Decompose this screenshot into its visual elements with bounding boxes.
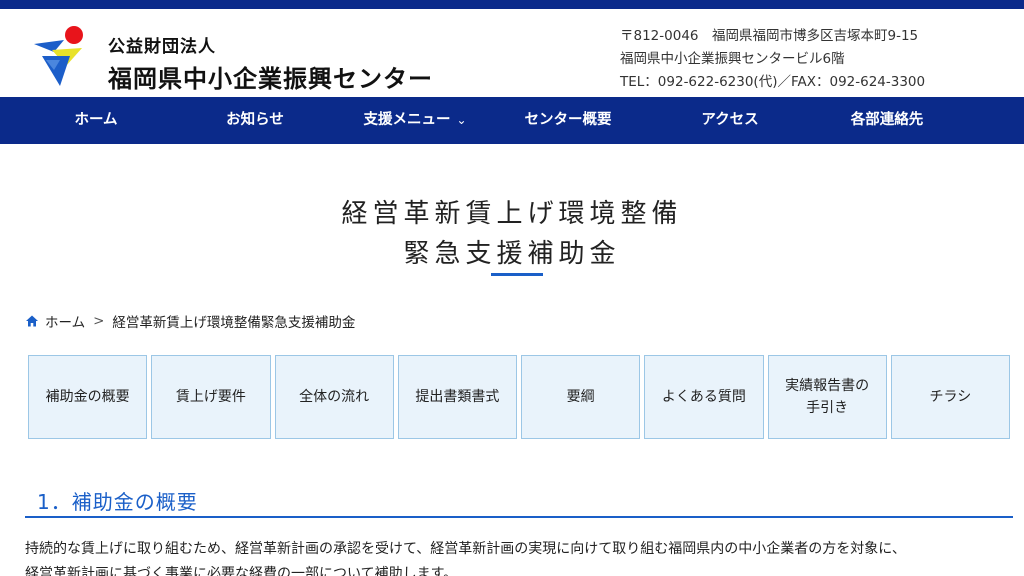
org-type: 公益財団法人 xyxy=(108,37,216,57)
home-icon[interactable] xyxy=(25,314,39,328)
nav-item-home[interactable]: ホーム xyxy=(46,97,146,144)
section-body: 持続的な賃上げに取り組むため、経営革新計画の承認を受けて、経営革新計画の実現に向… xyxy=(25,537,1015,576)
nav-item-access[interactable]: アクセス xyxy=(680,97,780,144)
nav-item-label: センター概要 xyxy=(524,112,612,128)
top-accent-strip xyxy=(0,0,1024,9)
subnav-flyer[interactable]: チラシ xyxy=(890,355,1010,439)
nav-item-label: お知らせ xyxy=(226,112,284,128)
section-heading-text: 1．補助金の概要 xyxy=(37,490,198,514)
breadcrumb-current: 経営革新賃上げ環境整備緊急支援補助金 xyxy=(112,315,356,331)
address-line: 〒812-0046 福岡県福岡市博多区吉塚本町9-15 xyxy=(620,28,919,44)
subsection-nav: 補助金の概要 賃上げ要件 全体の流れ 提出書類書式 要綱 よくある質問 実績報告… xyxy=(28,355,1010,439)
main-nav: ホーム お知らせ 支援メニュー ⌄ センター概要 アクセス 各部連絡先 xyxy=(0,97,1024,144)
building-line: 福岡県中小企業振興センタービル6階 xyxy=(620,51,845,67)
nav-item-news[interactable]: お知らせ xyxy=(205,97,305,144)
page-title-line1: 経営革新賃上げ環境整備 xyxy=(341,199,683,229)
nav-item-center-overview[interactable]: センター概要 xyxy=(508,97,628,144)
page-title: 経営革新賃上げ環境整備 緊急支援補助金 xyxy=(0,194,1024,274)
site-header: 公益財団法人 福岡県中小企業振興センター 〒812-0046 福岡県福岡市博多区… xyxy=(0,9,1024,97)
nav-item-contacts[interactable]: 各部連絡先 xyxy=(832,97,942,144)
subnav-overall-flow[interactable]: 全体の流れ xyxy=(274,355,394,439)
breadcrumb-home-link[interactable]: ホーム xyxy=(45,311,85,331)
subnav-guidelines[interactable]: 要綱 xyxy=(521,355,641,439)
nav-item-label: アクセス xyxy=(701,112,759,128)
nav-item-support-menu[interactable]: 支援メニュー ⌄ xyxy=(345,97,485,144)
subnav-overview[interactable]: 補助金の概要 xyxy=(28,355,148,439)
subnav-report-guide[interactable]: 実績報告書の 手引き xyxy=(767,355,887,439)
section-heading: 1．補助金の概要 xyxy=(25,486,1013,518)
site-logo[interactable] xyxy=(30,26,90,88)
nav-item-label: ホーム xyxy=(74,112,118,128)
org-name[interactable]: 福岡県中小企業振興センター xyxy=(108,59,433,94)
subnav-faq[interactable]: よくある質問 xyxy=(644,355,764,439)
page-title-line2: 緊急支援補助金 xyxy=(403,239,621,269)
body-line: 経営革新計画に基づく事業に必要な経費の一部について補助します。 xyxy=(25,566,458,576)
title-underline xyxy=(491,273,543,276)
subnav-submission-forms[interactable]: 提出書類書式 xyxy=(397,355,517,439)
nav-item-label: 各部連絡先 xyxy=(850,112,924,128)
breadcrumb: ホーム > 経営革新賃上げ環境整備緊急支援補助金 xyxy=(25,311,355,331)
tel-fax-line: TEL：092-622-6230(代)／FAX：092-624-3300 xyxy=(620,74,926,90)
breadcrumb-separator: > xyxy=(93,313,105,329)
chevron-down-icon: ⌄ xyxy=(456,113,467,127)
contact-info: 〒812-0046 福岡県福岡市博多区吉塚本町9-15 福岡県中小企業振興センタ… xyxy=(620,25,925,94)
subnav-wage-requirements[interactable]: 賃上げ要件 xyxy=(151,355,271,439)
body-line: 持続的な賃上げに取り組むため、経営革新計画の承認を受けて、経営革新計画の実現に向… xyxy=(25,541,906,557)
nav-item-label: 支援メニュー xyxy=(363,112,451,128)
